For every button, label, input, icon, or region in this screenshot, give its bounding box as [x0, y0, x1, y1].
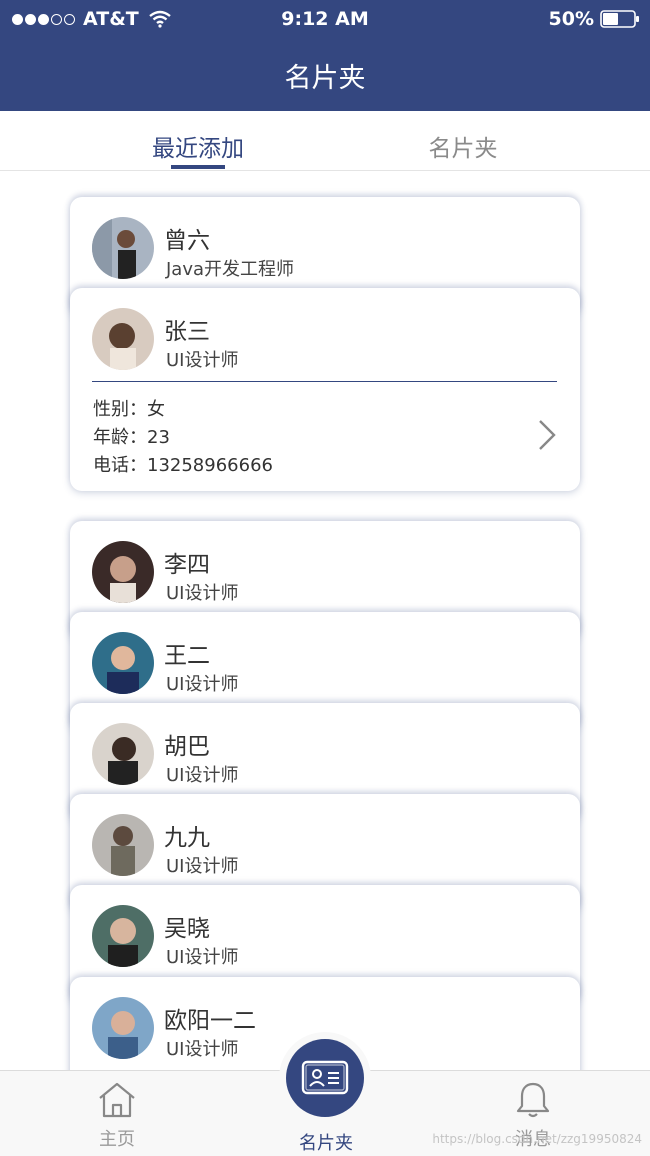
tab-home-label: 主页: [99, 1129, 135, 1150]
battery-area: 50%: [549, 8, 640, 30]
status-bar: AT&T 9:12 AM 50%: [0, 0, 650, 40]
contact-title: UI设计师: [166, 1039, 239, 1060]
contact-title: UI设计师: [166, 765, 239, 786]
avatar: [92, 541, 154, 603]
contact-title: UI设计师: [166, 856, 239, 877]
active-tab-indicator: [171, 165, 225, 169]
tab-bar: 最近添加 名片夹: [0, 111, 650, 171]
contact-title: UI设计师: [166, 947, 239, 968]
contact-title: Java开发工程师: [166, 259, 295, 280]
contact-name: 欧阳一二: [164, 1008, 256, 1034]
avatar: [92, 308, 154, 370]
contact-name: 王二: [164, 643, 210, 669]
contact-title: UI设计师: [166, 674, 239, 695]
contact-card-expanded[interactable]: 张三 UI设计师 性别：女 年龄：23 电话：13258966666: [70, 288, 580, 491]
watermark: https://blog.csdn.net/zzg19950824: [432, 1132, 642, 1146]
avatar: [92, 217, 154, 279]
contact-name: 吴晓: [164, 916, 210, 942]
avatar: [92, 997, 154, 1059]
cardholder-fab[interactable]: [279, 1032, 371, 1124]
home-icon: [99, 1082, 135, 1118]
header: AT&T 9:12 AM 50% 名片夹: [0, 0, 650, 111]
contact-name: 张三: [164, 319, 210, 345]
avatar: [92, 632, 154, 694]
contact-name: 九九: [164, 825, 210, 851]
avatar: [92, 723, 154, 785]
cardholder-fab-inner: [286, 1039, 364, 1117]
battery-percent: 50%: [548, 8, 594, 30]
detail-phone: 电话：13258966666: [93, 455, 273, 476]
tab-recent[interactable]: 最近添加: [118, 129, 278, 163]
page-title: 名片夹: [284, 63, 366, 94]
bell-icon: [516, 1082, 550, 1118]
contact-title: UI设计师: [166, 350, 239, 371]
avatar: [92, 814, 154, 876]
chevron-right-icon[interactable]: [536, 418, 558, 452]
tab-cards[interactable]: 名片夹: [276, 1127, 376, 1155]
tab-cards-label: 名片夹: [299, 1133, 353, 1154]
avatar: [92, 905, 154, 967]
id-card-icon: [301, 1060, 349, 1095]
detail-age: 年龄：23: [93, 427, 170, 448]
contact-name: 曾六: [164, 228, 210, 254]
contact-name: 胡巴: [164, 734, 210, 760]
divider: [92, 381, 557, 382]
tab-cardholder[interactable]: 名片夹: [383, 129, 543, 163]
contact-name: 李四: [164, 552, 210, 578]
battery-icon: [600, 10, 639, 28]
contact-title: UI设计师: [166, 583, 239, 604]
detail-gender: 性别：女: [93, 399, 165, 420]
tab-home[interactable]: 主页: [67, 1081, 167, 1151]
